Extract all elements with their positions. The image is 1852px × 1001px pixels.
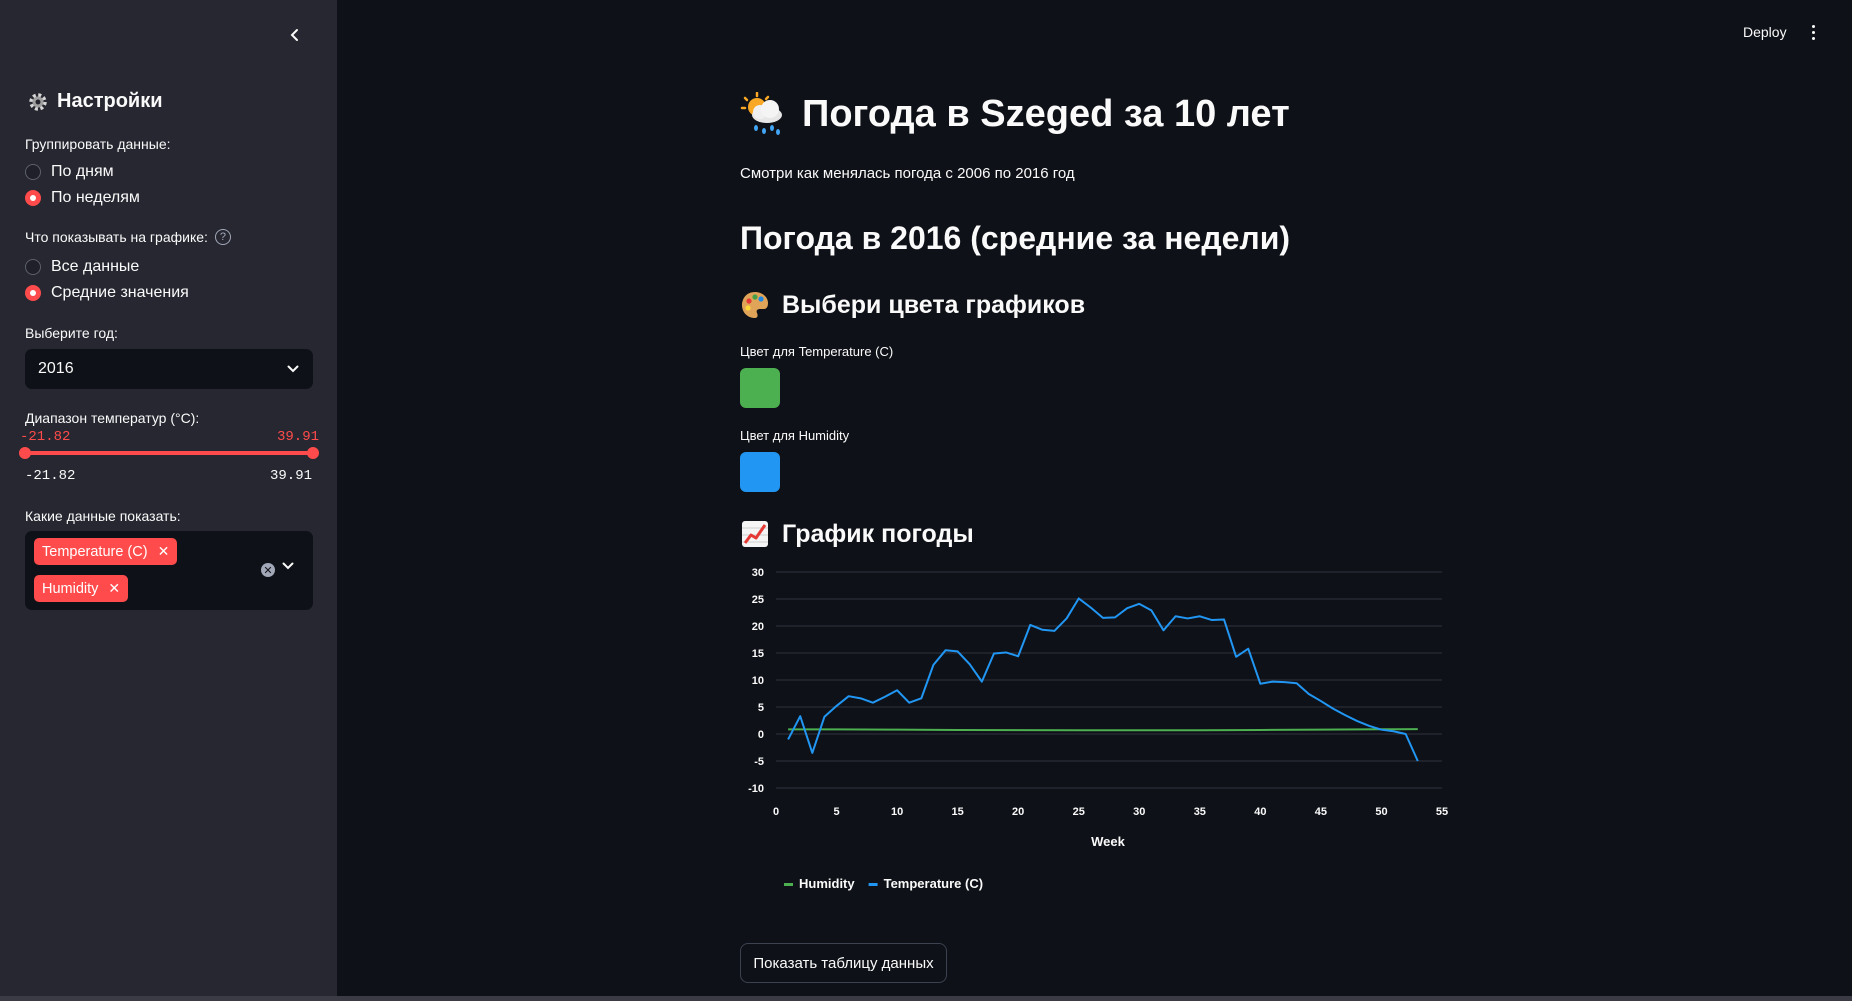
radio-by-days[interactable]: По дням bbox=[25, 163, 114, 181]
temp-range-label: Диапазон температур (°C): bbox=[25, 410, 200, 426]
y-tick-label: 30 bbox=[752, 567, 764, 579]
remove-tag-icon[interactable]: ✕ bbox=[158, 543, 170, 560]
radio-indicator bbox=[25, 190, 41, 206]
y-tick-label: 10 bbox=[752, 675, 764, 687]
page-title-text: Погода в Szeged за 10 лет bbox=[802, 92, 1290, 135]
x-tick-label: 25 bbox=[1073, 806, 1085, 818]
year-label: Выберите год: bbox=[25, 325, 118, 341]
y-tick-label: -10 bbox=[748, 783, 764, 795]
radio-label: Средние значения bbox=[51, 284, 189, 301]
x-tick-label: 0 bbox=[773, 806, 779, 818]
group-label: Группировать данные: bbox=[25, 136, 171, 152]
y-tick-label: 5 bbox=[758, 702, 764, 714]
year-select-value: 2016 bbox=[38, 360, 74, 377]
section-title: Погода в 2016 (средние за недели) bbox=[740, 220, 1291, 256]
year-select[interactable]: 2016 bbox=[25, 349, 313, 389]
radio-label: По дням bbox=[51, 163, 114, 180]
legend-swatch bbox=[784, 883, 793, 886]
chart-header: График погоды bbox=[740, 519, 974, 549]
page-subtitle: Смотри как менялась погода с 2006 по 201… bbox=[740, 165, 1075, 182]
x-axis-label: Week bbox=[1091, 834, 1125, 849]
radio-mean-values[interactable]: Средние значения bbox=[25, 284, 189, 302]
colors-header: Выбери цвета графиков bbox=[740, 290, 1085, 320]
slider-max-value: 39.91 bbox=[277, 429, 320, 445]
data-multiselect[interactable]: Temperature (C) ✕ Humidity ✕ ✕ bbox=[25, 531, 313, 610]
radio-all-data[interactable]: Все данные bbox=[25, 258, 139, 276]
hum-color-picker[interactable] bbox=[740, 452, 780, 492]
tag-label: Humidity bbox=[42, 580, 99, 597]
show-label: Что показывать на графике: ? bbox=[25, 229, 231, 245]
y-tick-label: 20 bbox=[752, 621, 764, 633]
data-select-label: Какие данные показать: bbox=[25, 508, 181, 524]
app-root: Настройки Группировать данные: По дням П… bbox=[0, 0, 1852, 1001]
radio-indicator bbox=[25, 164, 41, 180]
window-bottom-edge bbox=[0, 996, 1852, 1001]
x-tick-label: 45 bbox=[1315, 806, 1327, 818]
legend-swatch bbox=[868, 883, 878, 886]
x-tick-label: 30 bbox=[1133, 806, 1145, 818]
help-icon[interactable]: ? bbox=[214, 229, 231, 245]
palette-icon bbox=[742, 292, 768, 318]
x-tick-label: 15 bbox=[952, 806, 964, 818]
cloud-rain-sun-icon bbox=[740, 92, 782, 135]
radio-label: По неделям bbox=[51, 189, 140, 206]
slider-max-label: 39.91 bbox=[270, 468, 313, 484]
x-tick-label: 35 bbox=[1194, 806, 1206, 818]
hum-color-label: Цвет для Humidity bbox=[740, 428, 850, 443]
chevron-down-icon[interactable] bbox=[282, 562, 294, 570]
x-tick-label: 20 bbox=[1012, 806, 1024, 818]
clear-all-icon[interactable]: ✕ bbox=[261, 563, 275, 577]
temp-color-label: Цвет для Temperature (C) bbox=[740, 344, 894, 359]
legend-label[interactable]: Temperature (C) bbox=[884, 876, 983, 891]
chevron-down-icon bbox=[287, 365, 299, 373]
tag-humidity[interactable]: Humidity ✕ bbox=[34, 575, 129, 602]
show-table-button[interactable]: Показать таблицу данных bbox=[740, 943, 947, 983]
y-tick-label: 25 bbox=[752, 594, 764, 606]
main-menu-icon[interactable] bbox=[1803, 20, 1823, 44]
radio-indicator bbox=[25, 285, 41, 301]
sidebar-title-text: Настройки bbox=[57, 90, 163, 112]
x-tick-label: 55 bbox=[1436, 806, 1448, 818]
radio-label: Все данные bbox=[51, 258, 140, 275]
chevron-left-icon bbox=[290, 29, 298, 41]
radio-indicator bbox=[25, 259, 41, 275]
page-title: Погода в Szeged за 10 лет bbox=[740, 92, 1290, 136]
chart-header-text: График погоды bbox=[782, 519, 974, 548]
chart-increasing-icon bbox=[742, 521, 768, 547]
y-tick-label: 0 bbox=[758, 729, 764, 741]
slider-min-label: -21.82 bbox=[25, 468, 76, 484]
remove-tag-icon[interactable]: ✕ bbox=[108, 580, 120, 597]
show-label-text: Что показывать на графике: bbox=[25, 229, 208, 245]
sidebar-title: Настройки bbox=[27, 90, 163, 113]
weather-line-chart: 302520151050-5-10 0 5 10 15 20 25 30 35 40 45 50 55… bbox=[748, 567, 1448, 891]
x-tick-label: 10 bbox=[891, 806, 903, 818]
sidebar: Настройки Группировать данные: По дням П… bbox=[0, 0, 337, 996]
slider-min-handle[interactable] bbox=[19, 447, 31, 459]
legend-label[interactable]: Humidity bbox=[799, 876, 855, 891]
radio-by-weeks[interactable]: По неделям bbox=[25, 189, 140, 207]
tag-temperature[interactable]: Temperature (C) ✕ bbox=[34, 538, 178, 565]
colors-header-text: Выбери цвета графиков bbox=[782, 290, 1086, 319]
x-tick-label: 5 bbox=[833, 806, 839, 818]
deploy-button[interactable]: Deploy bbox=[1735, 20, 1795, 44]
x-tick-label: 50 bbox=[1375, 806, 1387, 818]
gear-icon bbox=[29, 92, 47, 111]
tag-label: Temperature (C) bbox=[42, 543, 148, 560]
y-tick-label: -5 bbox=[754, 756, 764, 768]
temp-range-slider[interactable] bbox=[25, 451, 313, 455]
collapse-sidebar-button[interactable] bbox=[282, 24, 308, 46]
slider-min-value: -21.82 bbox=[20, 429, 71, 445]
y-tick-label: 15 bbox=[752, 648, 764, 660]
slider-max-handle[interactable] bbox=[307, 447, 319, 459]
temp-color-picker[interactable] bbox=[740, 368, 780, 408]
x-tick-label: 40 bbox=[1254, 806, 1266, 818]
series-line-humidity[interactable] bbox=[788, 728, 1418, 732]
